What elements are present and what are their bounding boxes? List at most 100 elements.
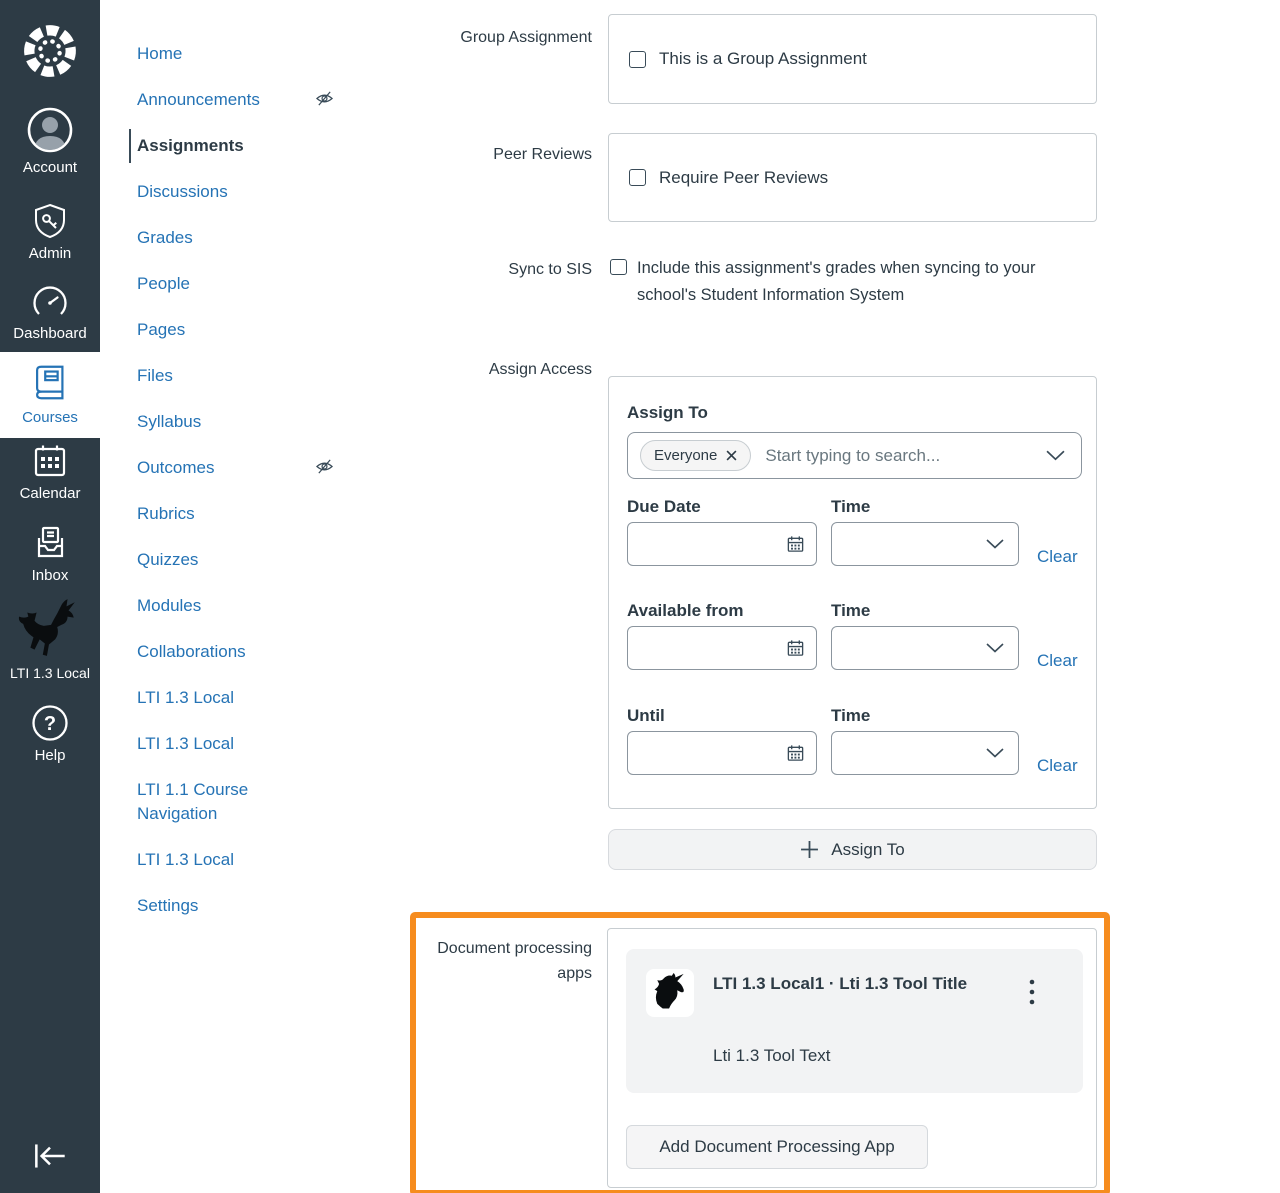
global-nav-help[interactable]: ? Help (0, 704, 100, 764)
peer-reviews-checkbox-label: Require Peer Reviews (659, 167, 829, 187)
global-nav-courses[interactable]: Courses (0, 352, 100, 438)
course-nav-outcomes[interactable]: Outcomes (137, 456, 333, 480)
global-nav-label: Calendar (19, 485, 81, 502)
available-from-clear-link[interactable]: Clear (1037, 651, 1078, 671)
course-nav-label: Outcomes (137, 458, 215, 477)
course-nav-label: Syllabus (137, 412, 202, 431)
course-nav-collaborations[interactable]: Collaborations (137, 640, 317, 664)
document-processing-card: LTI 1.3 Local1 · Lti 1.3 Tool Title Lti … (607, 928, 1097, 1188)
calendar-small-icon[interactable] (786, 639, 805, 658)
course-nav-syllabus[interactable]: Syllabus (137, 410, 317, 434)
shield-key-icon (35, 203, 65, 239)
course-nav-lti13-local-2[interactable]: LTI 1.3 Local (137, 732, 317, 756)
peer-reviews-checkbox[interactable] (629, 169, 646, 186)
course-nav-lti11-course-navigation[interactable]: LTI 1.1 Course Navigation (137, 778, 287, 826)
due-time-label: Time (831, 497, 871, 516)
app-logo-tile (646, 969, 694, 1017)
global-nav-admin[interactable]: Admin (0, 202, 100, 262)
document-processing-app-item: LTI 1.3 Local1 · Lti 1.3 Tool Title Lti … (626, 949, 1083, 1093)
calendar-small-icon[interactable] (786, 744, 805, 763)
global-nav-label: Help (34, 747, 66, 764)
course-nav-grades[interactable]: Grades (137, 226, 317, 250)
course-nav-lti13-local-3[interactable]: LTI 1.3 Local (137, 848, 317, 872)
add-assign-to-button[interactable]: Assign To (608, 829, 1097, 870)
course-nav-quizzes[interactable]: Quizzes (137, 548, 317, 572)
course-nav-label: Settings (137, 896, 199, 915)
global-nav-inbox[interactable]: Inbox (0, 524, 100, 584)
eye-off-icon (315, 90, 334, 114)
course-nav-rubrics[interactable]: Rubrics (137, 502, 317, 526)
global-nav-label: Account (22, 159, 78, 176)
book-icon (36, 365, 64, 400)
peer-reviews-row-label: Peer Reviews (493, 146, 592, 163)
assign-to-search-input[interactable] (765, 445, 1032, 466)
eye-off-icon (315, 458, 334, 482)
group-assignment-checkbox-label: This is a Group Assignment (659, 49, 867, 68)
course-nav-files[interactable]: Files (137, 364, 317, 388)
calendar-icon (34, 445, 66, 477)
gauge-icon (33, 286, 67, 315)
until-clear-link[interactable]: Clear (1037, 756, 1078, 776)
until-time-label: Time (831, 706, 871, 725)
collapse-sidebar-button[interactable] (0, 1140, 100, 1172)
plus-icon (801, 841, 819, 858)
course-nav-people[interactable]: People (137, 272, 317, 296)
assign-to-combobox[interactable]: Everyone (627, 432, 1082, 479)
unicorn-icon (654, 973, 684, 1009)
course-nav-label: LTI 1.1 Course Navigation (137, 780, 249, 823)
add-document-processing-app-button[interactable]: Add Document Processing App (626, 1125, 928, 1169)
due-date-input[interactable] (627, 522, 817, 566)
course-nav-label: Files (137, 366, 173, 385)
sync-to-sis-checkbox-label: Include this assignment's grades when sy… (637, 259, 1036, 304)
until-time-select[interactable] (831, 731, 1019, 775)
global-nav-label: Inbox (31, 567, 69, 584)
global-nav-calendar[interactable]: Calendar (0, 442, 100, 502)
course-nav-label: Grades (137, 228, 193, 247)
course-nav-modules[interactable]: Modules (137, 594, 317, 618)
until-label: Until (627, 706, 665, 725)
assignee-tag-label: Everyone (654, 447, 718, 464)
course-nav-label: LTI 1.3 Local (137, 850, 235, 869)
canvas-logo[interactable] (0, 22, 100, 80)
due-time-select[interactable] (831, 522, 1019, 566)
available-from-label: Available from (627, 601, 744, 620)
global-nav-lti-local[interactable]: LTI 1.3 Local (0, 598, 100, 681)
course-nav-label: Assignments (137, 136, 244, 155)
chevron-down-icon[interactable] (1046, 450, 1065, 461)
app-title: LTI 1.3 Local1 · Lti 1.3 Tool Title (713, 974, 968, 993)
course-nav-label: Pages (137, 320, 186, 339)
calendar-small-icon[interactable] (786, 535, 805, 554)
add-document-processing-app-label: Add Document Processing App (659, 1137, 895, 1156)
x-icon[interactable] (726, 450, 737, 461)
course-nav-label: LTI 1.3 Local (137, 688, 235, 707)
available-from-input[interactable] (627, 626, 817, 670)
chevron-down-icon[interactable] (986, 539, 1004, 549)
inbox-tray-icon (37, 526, 64, 558)
kebab-menu-icon[interactable] (1021, 975, 1043, 1009)
canvas-assignment-edit-page: Account Admin Dashboard Courses Calendar… (0, 0, 1280, 1193)
sync-to-sis-checkbox[interactable] (610, 259, 627, 275)
assignee-tag-everyone[interactable]: Everyone (640, 440, 752, 471)
due-date-clear-link[interactable]: Clear (1037, 547, 1078, 567)
collapse-arrow-icon (35, 1144, 65, 1168)
course-nav-announcements[interactable]: Announcements (137, 88, 333, 112)
course-nav-label: Home (137, 44, 183, 63)
chevron-down-icon[interactable] (986, 643, 1004, 653)
until-date-input[interactable] (627, 731, 817, 775)
global-nav-dashboard[interactable]: Dashboard (0, 284, 100, 342)
avatar-icon (27, 107, 73, 153)
course-nav-label: People (137, 274, 190, 293)
global-nav-label: Admin (28, 245, 72, 262)
sync-to-sis-row-label: Sync to SIS (508, 261, 592, 278)
course-nav-lti13-local-1[interactable]: LTI 1.3 Local (137, 686, 317, 710)
chevron-down-icon[interactable] (986, 748, 1004, 758)
course-nav-pages[interactable]: Pages (137, 318, 317, 342)
course-nav-discussions[interactable]: Discussions (137, 180, 317, 204)
group-assignment-checkbox[interactable] (629, 50, 646, 68)
available-time-select[interactable] (831, 626, 1019, 670)
course-nav-assignments[interactable]: Assignments (129, 129, 317, 163)
course-nav-settings[interactable]: Settings (137, 894, 317, 918)
course-nav-home[interactable]: Home (137, 42, 317, 66)
peer-reviews-panel: Require Peer Reviews (608, 133, 1097, 222)
global-nav-account[interactable]: Account (0, 106, 100, 176)
